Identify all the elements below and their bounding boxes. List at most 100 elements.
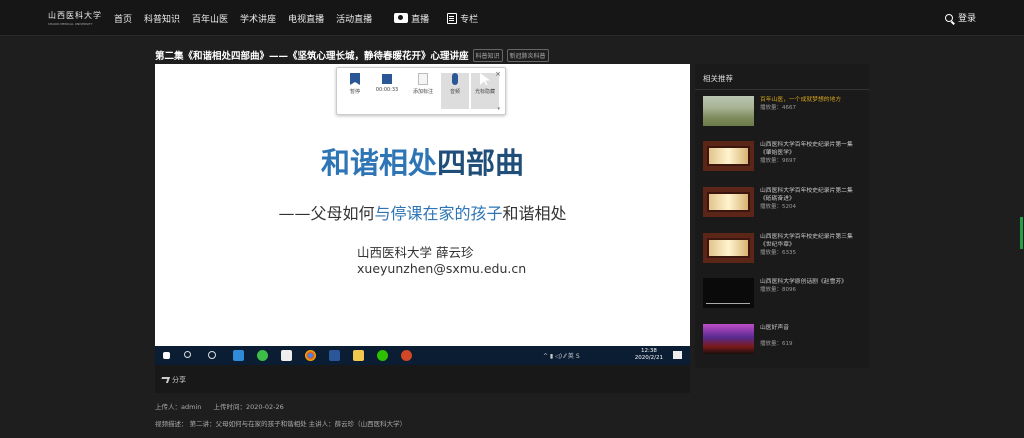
video-description: 视频描述： 第二讲：父母如何与在家的孩子和谐相处 主讲人：薛云珍（山西医科大学）: [155, 420, 407, 428]
clock-date: 2020/2/21: [634, 355, 663, 361]
scrollbar-thumb[interactable]: [1020, 217, 1023, 249]
nav-label: 专栏: [460, 14, 479, 25]
stop-icon: [382, 74, 392, 84]
nav-tv-live[interactable]: 电视直播: [288, 12, 324, 25]
related-item-info: 山西医科大学百年校史纪录片第二集《砥砺奋进》播放量：5204: [760, 187, 858, 211]
search-icon: [184, 351, 191, 358]
related-item[interactable]: 百年山医，一个成就梦想的地方 播放量：4667: [703, 96, 865, 128]
related-panel: 相关推荐 百年山医，一个成就梦想的地方 播放量：4667 山西医科大学百年校史纪录…: [695, 64, 869, 368]
nav-column[interactable]: 专栏: [447, 12, 478, 25]
divider: [695, 89, 869, 90]
mic-button[interactable]: 音频: [441, 73, 469, 109]
powerpoint-icon: [401, 350, 412, 361]
related-thumbnail: [703, 278, 754, 308]
nav-label: 首页: [114, 14, 133, 25]
university-logo[interactable]: 山西医科大学 SHANXI MEDICAL UNIVERSITY: [48, 10, 104, 28]
related-item[interactable]: 山西医科大学百年校史纪录片第一集《肇始医学》 播放量：9697: [703, 141, 865, 173]
thumbnail-progress: [706, 303, 750, 304]
nav-home[interactable]: 首页: [114, 12, 132, 25]
pause-button[interactable]: 暂停: [341, 73, 369, 95]
related-thumbnail: [703, 324, 754, 354]
search-icon[interactable]: [944, 13, 953, 22]
related-item-title: 百年山医，一个成就梦想的地方: [760, 97, 842, 103]
wechat-icon: [377, 350, 388, 361]
microphone-icon: [452, 73, 458, 85]
share-button[interactable]: 分享: [159, 375, 186, 385]
share-label: 分享: [172, 376, 186, 384]
notification-icon: [673, 351, 682, 359]
upload-time: 上传时间：2020-02-26: [213, 403, 284, 411]
share-icon: [159, 377, 171, 383]
related-title: 相关推荐: [703, 74, 733, 83]
tag-science[interactable]: 科普知识: [472, 48, 503, 62]
related-thumbnail: [703, 233, 754, 263]
video-title-row: 第二集《和谐相处四部曲》——《坚筑心理长城，静待春暖花开》心理讲座 科普知识 新…: [155, 48, 549, 62]
related-item-info: 山西医科大学百年校史纪录片第一集《肇始医学》 播放量：9697: [760, 141, 858, 165]
login-label: 登录: [957, 14, 976, 24]
related-item[interactable]: 山西医科大学百年校史纪录片第二集《砥砺奋进》播放量：5204: [703, 187, 865, 219]
nav-label: 直播: [411, 14, 430, 25]
tag-covid[interactable]: 新冠肺炎科普: [506, 48, 549, 62]
related-item-views: 播放量：8096: [760, 287, 796, 293]
nav-label: 活动直播: [336, 14, 373, 25]
nav-science-knowledge[interactable]: 科普知识: [144, 12, 180, 25]
record-time: 00:00:33: [375, 87, 399, 93]
nav-centennial[interactable]: 百年山医: [192, 12, 228, 25]
windows-taskbar: ^ ▮ ◁) ⁄⁄ 英 S 12:38 2020/2/21: [155, 346, 690, 365]
related-item-views: 播放量：9697: [760, 158, 796, 164]
mic-label: 音频: [449, 89, 460, 95]
video-player[interactable]: 和谐相处四部曲 ——父母如何与停课在家的孩子和谐相处 山西医科大学 薛云珍 xu…: [155, 64, 690, 393]
pause-icon: [350, 73, 360, 85]
related-item-title: 山西医科大学百年校史纪录片第二集《砥砺奋进》: [760, 188, 853, 202]
nav-label: 百年山医: [192, 14, 229, 25]
login-button[interactable]: 登录: [944, 11, 976, 24]
cursor-icon: [480, 73, 490, 85]
stop-button[interactable]: 00:00:33: [373, 73, 401, 93]
related-thumbnail: [703, 187, 754, 217]
thumbnail-frame: [707, 192, 750, 212]
clock-time: 12:38: [640, 348, 657, 354]
slide-sub-part: 与停课在家的孩子: [374, 204, 503, 223]
related-item-title: 山西医科大学原创话剧《赵雪芳》: [760, 279, 847, 285]
related-item-views: 播放量：4667: [760, 105, 796, 111]
chrome-icon: [305, 350, 316, 361]
app-icon-green: [257, 350, 268, 361]
close-icon[interactable]: ×: [495, 70, 501, 78]
related-item[interactable]: 山西医科大学原创话剧《赵雪芳》 播放量：8096: [703, 278, 865, 310]
nav-event-live[interactable]: 活动直播: [336, 12, 372, 25]
nav-live[interactable]: 直播: [394, 12, 429, 25]
add-label: 添加标注: [412, 89, 433, 95]
related-item-info: 山医好声音 播放量：619: [760, 324, 858, 348]
folder-icon: [353, 350, 364, 361]
slide-title-part: 和谐相处: [320, 146, 437, 180]
uploader: 上传人：admin: [155, 403, 202, 411]
related-item[interactable]: 山西医科大学百年校史纪录片第三集《世纪华章》 播放量：6335: [703, 233, 865, 265]
taskbar-clock: 12:38 2020/2/21: [635, 348, 663, 362]
video-title: 第二集《和谐相处四部曲》——《坚筑心理长城，静待春暖花开》心理讲座: [155, 51, 469, 62]
cursor-button[interactable]: 光标隐藏: [471, 73, 499, 109]
related-item-info: 山西医科大学原创话剧《赵雪芳》 播放量：8096: [760, 278, 858, 294]
mail-icon: [281, 350, 292, 361]
add-annotation-button[interactable]: 添加标注: [409, 73, 437, 95]
pause-label: 暂停: [349, 89, 360, 95]
related-item[interactable]: 山医好声音 播放量：619: [703, 324, 865, 356]
system-tray: ^ ▮ ◁) ⁄⁄ 英 S: [543, 353, 580, 360]
slide-subtitle: ——父母如何与停课在家的孩子和谐相处: [155, 200, 690, 224]
slide-sub-part: 和谐相处: [502, 204, 567, 223]
logo-text: 山西医科大学: [48, 11, 102, 20]
slide-sub-part: ——父母如何: [278, 204, 375, 223]
cursor-label: 光标隐藏: [474, 89, 495, 95]
related-thumbnail: [703, 141, 754, 171]
related-item-views: 播放量：5204: [760, 204, 796, 210]
document-icon: [447, 12, 458, 24]
top-navigation-bar: 山西医科大学 SHANXI MEDICAL UNIVERSITY 首页 科普知识…: [0, 0, 1024, 36]
main-nav: 首页 科普知识 百年山医 学术讲座 电视直播 活动直播 直播 专栏: [114, 0, 490, 36]
related-item-title: 山西医科大学百年校史纪录片第三集《世纪华章》: [760, 234, 853, 248]
author-email: xueyunzhen@sxmu.edu.cn: [357, 261, 527, 276]
related-thumbnail: [703, 96, 754, 126]
logo-subtext: SHANXI MEDICAL UNIVERSITY: [48, 22, 93, 26]
chevron-down-icon[interactable]: ▾: [497, 106, 500, 112]
upload-info: 上传人：admin 上传时间：2020-02-26: [155, 401, 284, 411]
app-icon-blue: [233, 350, 244, 361]
nav-lectures[interactable]: 学术讲座: [240, 12, 276, 25]
